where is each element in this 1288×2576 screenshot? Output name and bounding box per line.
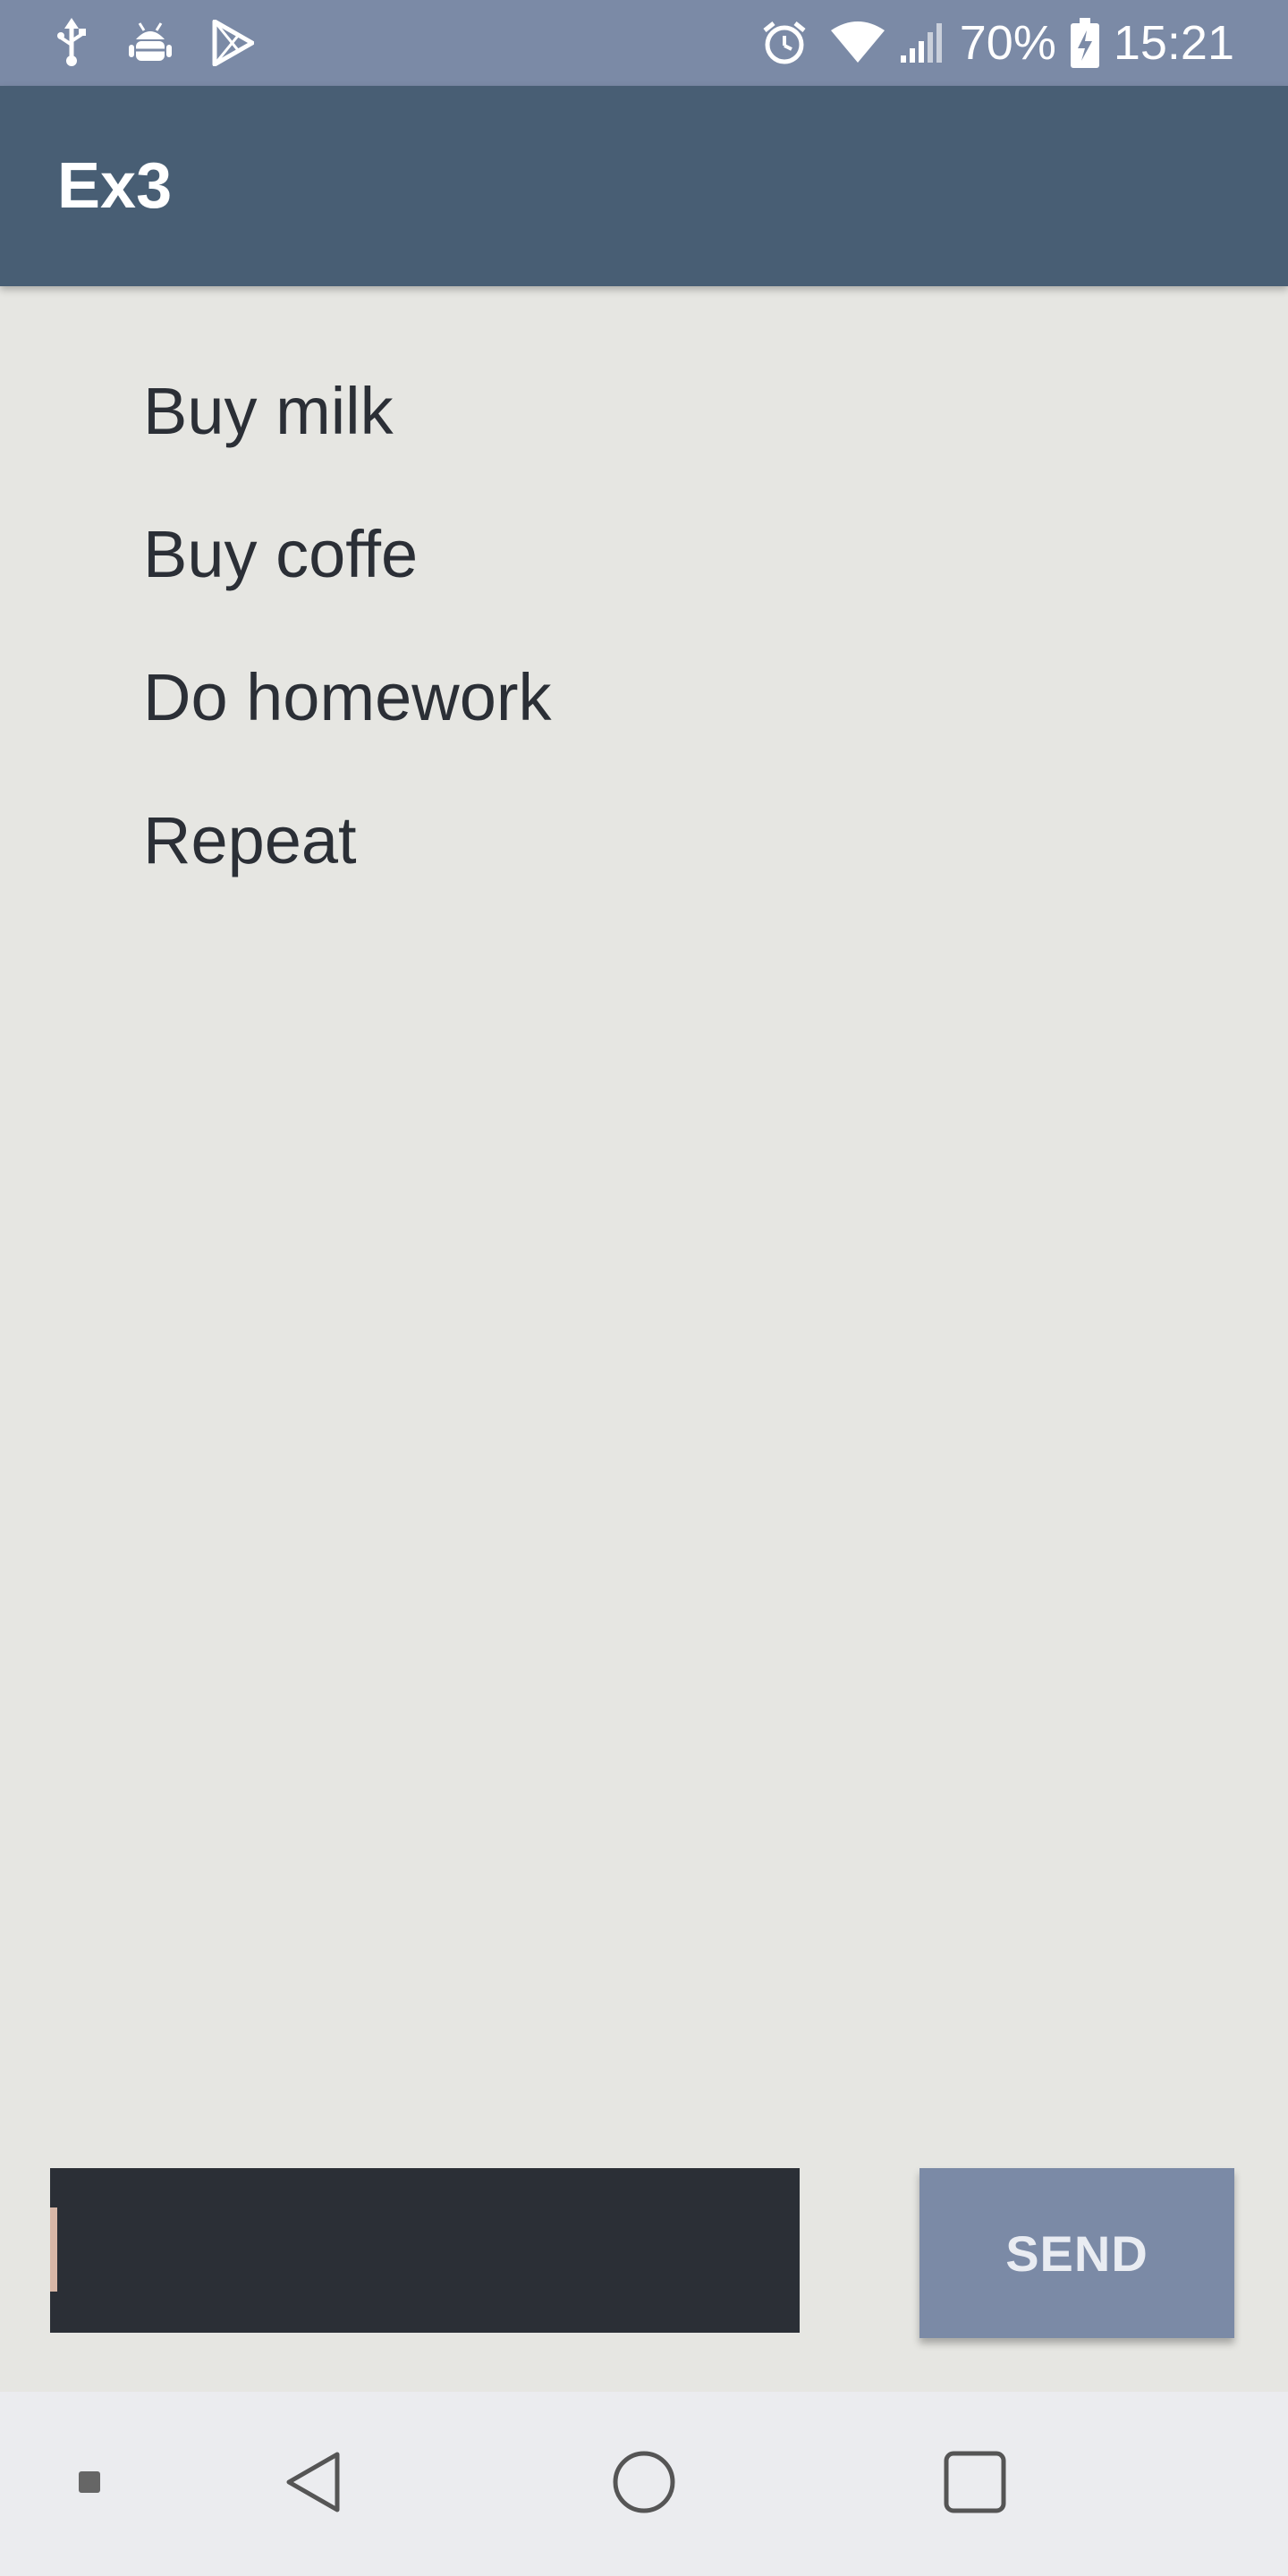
back-icon	[282, 2451, 344, 2518]
task-list: Buy milk Buy coffe Do homework Repeat	[0, 340, 1288, 912]
list-item[interactable]: Buy milk	[0, 340, 1288, 483]
home-button[interactable]	[599, 2392, 689, 2576]
status-bar: 70% 15:21	[0, 0, 1288, 86]
send-button[interactable]: SEND	[919, 2168, 1234, 2338]
app-screen: 70% 15:21 Ex3 Buy milk Buy coffe Do home…	[0, 0, 1288, 2576]
menu-dot-button[interactable]	[54, 2392, 125, 2576]
task-input[interactable]	[50, 2168, 800, 2333]
app-bar: Ex3	[0, 86, 1288, 286]
wifi-icon	[830, 21, 885, 64]
signal-icon	[899, 21, 945, 64]
list-item[interactable]: Buy coffe	[0, 483, 1288, 626]
usb-icon	[54, 18, 89, 68]
navigation-bar	[0, 2392, 1288, 2576]
menu-dot-icon	[79, 2470, 100, 2497]
android-debug-icon	[129, 20, 172, 66]
battery-charging-icon	[1070, 18, 1099, 68]
text-cursor	[50, 2207, 57, 2292]
recents-icon	[944, 2451, 1006, 2518]
alarm-icon	[761, 20, 808, 66]
home-icon	[612, 2450, 676, 2519]
status-right-icons: 70% 15:21	[761, 0, 1234, 86]
status-time: 15:21	[1113, 16, 1234, 70]
app-title: Ex3	[57, 150, 173, 222]
battery-percent: 70%	[959, 16, 1056, 70]
back-button[interactable]	[268, 2392, 358, 2576]
list-item[interactable]: Repeat	[0, 769, 1288, 912]
recents-button[interactable]	[930, 2392, 1020, 2576]
status-left-icons	[54, 0, 254, 86]
play-store-icon	[211, 20, 254, 66]
list-item[interactable]: Do homework	[0, 626, 1288, 769]
